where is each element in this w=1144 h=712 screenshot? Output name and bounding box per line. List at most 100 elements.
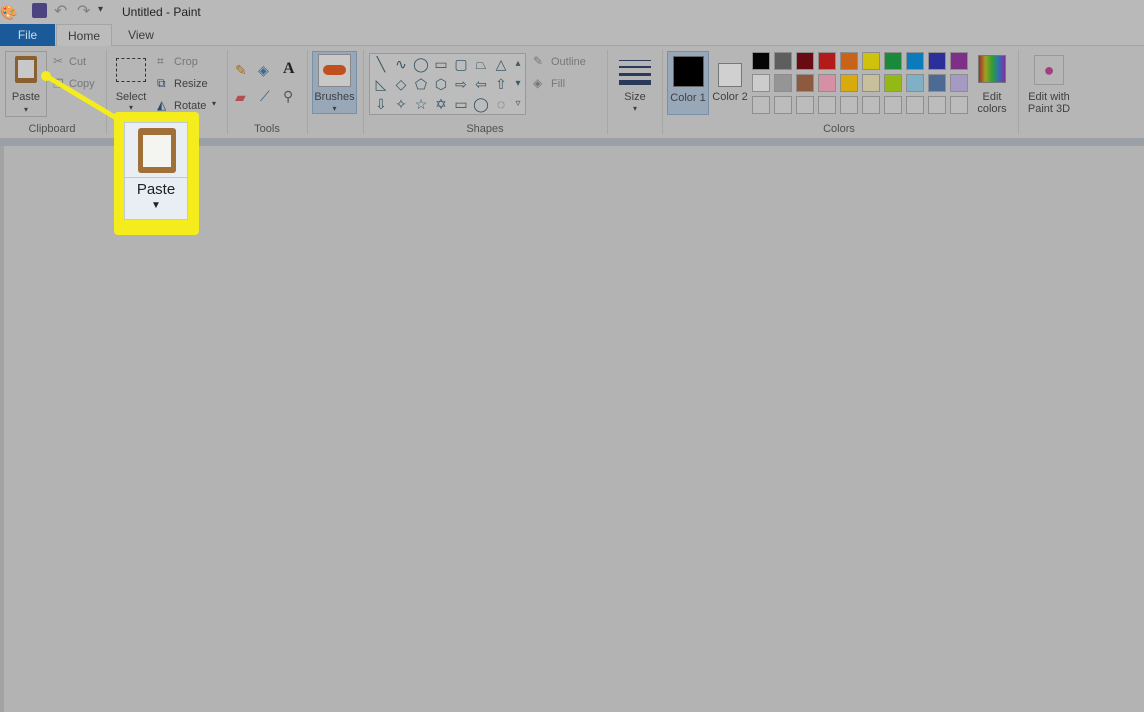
brushes-label: Brushes: [314, 91, 355, 103]
palette-swatch[interactable]: [862, 96, 880, 114]
palette-swatch[interactable]: [884, 52, 902, 70]
palette-swatch[interactable]: [928, 52, 946, 70]
palette-swatch[interactable]: [906, 96, 924, 114]
shape-item[interactable]: ⬡: [431, 74, 451, 94]
palette-swatch[interactable]: [818, 52, 836, 70]
magnifier-icon[interactable]: ⚲: [283, 88, 293, 105]
edit-with-paint3d-button[interactable]: ● Edit with Paint 3D: [1022, 51, 1076, 115]
palette-swatch[interactable]: [906, 52, 924, 70]
tools-group-label: Tools: [254, 123, 280, 135]
palette-swatch[interactable]: [774, 52, 792, 70]
palette-swatch[interactable]: [928, 96, 946, 114]
palette-swatch[interactable]: [818, 74, 836, 92]
shape-item[interactable]: ⬠: [411, 74, 431, 94]
shape-item[interactable]: ◯: [411, 54, 431, 74]
clipboard-icon: [138, 128, 176, 173]
shape-item[interactable]: ▭: [431, 54, 451, 74]
shape-item[interactable]: ⇨: [451, 74, 471, 94]
shapes-group-label: Shapes: [466, 123, 504, 135]
shape-item[interactable]: ▭: [451, 94, 471, 114]
shapes-scroll-up-icon[interactable]: ▴: [511, 54, 525, 74]
palette-swatch[interactable]: [884, 74, 902, 92]
color1-label: Color 1: [670, 92, 706, 104]
size-dropdown-icon[interactable]: ▾: [614, 103, 656, 115]
group-divider: [607, 50, 608, 134]
palette-swatch[interactable]: [906, 74, 924, 92]
shape-item[interactable]: ⇦: [471, 74, 491, 94]
shape-item[interactable]: ⇩: [371, 94, 391, 114]
chevron-down-icon: ▼: [151, 200, 161, 211]
shape-item[interactable]: ◇: [391, 74, 411, 94]
size-label: Size: [624, 91, 646, 103]
palette-swatch[interactable]: [840, 74, 858, 92]
palette-swatch[interactable]: [884, 96, 902, 114]
paste-button-zoomed: Paste ▼: [124, 122, 188, 220]
group-divider: [1018, 50, 1019, 134]
group-divider: [363, 50, 364, 134]
color2-button[interactable]: Color 2: [712, 51, 748, 115]
shape-item[interactable]: ✧: [391, 94, 411, 114]
palette-swatch[interactable]: [774, 96, 792, 114]
palette-swatch[interactable]: [796, 74, 814, 92]
palette-swatch[interactable]: [840, 52, 858, 70]
shape-item[interactable]: ∿: [391, 54, 411, 74]
palette-swatch[interactable]: [840, 96, 858, 114]
shape-item[interactable]: ◺: [371, 74, 391, 94]
edit-colors-button[interactable]: Edit colors: [975, 51, 1009, 115]
size-button[interactable]: Size ▾: [614, 51, 656, 114]
palette-swatch[interactable]: [950, 74, 968, 92]
shapes-expand-icon[interactable]: ▿: [511, 94, 525, 114]
paint3d-label: Edit with Paint 3D: [1027, 91, 1071, 115]
text-icon[interactable]: A: [283, 60, 295, 78]
shape-item[interactable]: ╲: [371, 54, 391, 74]
shapes-gallery[interactable]: ╲ ∿ ◯ ▭ ▢ ⏢ △ ◺ ◇ ⬠ ⬡ ⇨ ⇦ ⇧ ⇩ ✧ ☆ ✡ ▭ ◯ ◌ ▴ ▾ ▿: [369, 53, 526, 115]
palette-swatch[interactable]: [752, 96, 770, 114]
fill-icon[interactable]: ◈: [258, 62, 269, 79]
shapes-scroll-down-icon[interactable]: ▾: [511, 74, 525, 94]
outline-button[interactable]: Outline: [551, 56, 586, 68]
palette-swatch[interactable]: [818, 96, 836, 114]
size-line-icon: [619, 73, 651, 76]
divider: [125, 177, 187, 178]
outline-icon: ✎: [533, 54, 544, 68]
eraser-icon[interactable]: ▰: [235, 89, 246, 106]
palette-swatch[interactable]: [752, 74, 770, 92]
color1-button[interactable]: Color 1: [667, 51, 709, 115]
shape-item[interactable]: △: [491, 54, 511, 74]
shape-item[interactable]: ◌: [491, 94, 511, 114]
spectrum-icon: [978, 55, 1006, 83]
paint3d-icon: ●: [1034, 55, 1064, 85]
shape-item[interactable]: ✡: [431, 94, 451, 114]
palette-swatch[interactable]: [796, 52, 814, 70]
group-divider: [227, 50, 228, 134]
shape-item[interactable]: ⇧: [491, 74, 511, 94]
color1-swatch: [673, 56, 704, 87]
pencil-icon[interactable]: ✎: [235, 62, 247, 79]
paste-callout: Paste ▼: [114, 112, 199, 235]
palette-swatch[interactable]: [862, 74, 880, 92]
edit-colors-label: Edit colors: [977, 91, 1007, 115]
brushes-button[interactable]: Brushes ▾: [312, 51, 357, 114]
palette-swatch[interactable]: [950, 96, 968, 114]
shape-item[interactable]: ☆: [411, 94, 431, 114]
palette-swatch[interactable]: [796, 96, 814, 114]
fill-button[interactable]: Fill: [551, 78, 565, 90]
palette-swatch[interactable]: [774, 74, 792, 92]
brushes-dropdown-icon[interactable]: ▾: [313, 103, 356, 115]
group-divider: [307, 50, 308, 134]
palette-swatch[interactable]: [950, 52, 968, 70]
palette-swatch[interactable]: [862, 52, 880, 70]
shape-item[interactable]: ⏢: [471, 54, 491, 74]
paste-callout-label: Paste: [136, 181, 176, 198]
palette-swatch[interactable]: [928, 74, 946, 92]
size-line-icon: [619, 60, 651, 61]
shape-item[interactable]: ▢: [451, 54, 471, 74]
color-picker-icon[interactable]: ⟋: [260, 88, 270, 105]
callout-anchor-dot: [41, 71, 51, 81]
brush-icon: [318, 54, 351, 87]
color2-label: Color 2: [712, 91, 748, 103]
palette-swatch[interactable]: [752, 52, 770, 70]
shape-item[interactable]: ◯: [471, 94, 491, 114]
color2-swatch: [718, 63, 742, 87]
rotate-dropdown-icon[interactable]: ▾: [212, 99, 216, 108]
